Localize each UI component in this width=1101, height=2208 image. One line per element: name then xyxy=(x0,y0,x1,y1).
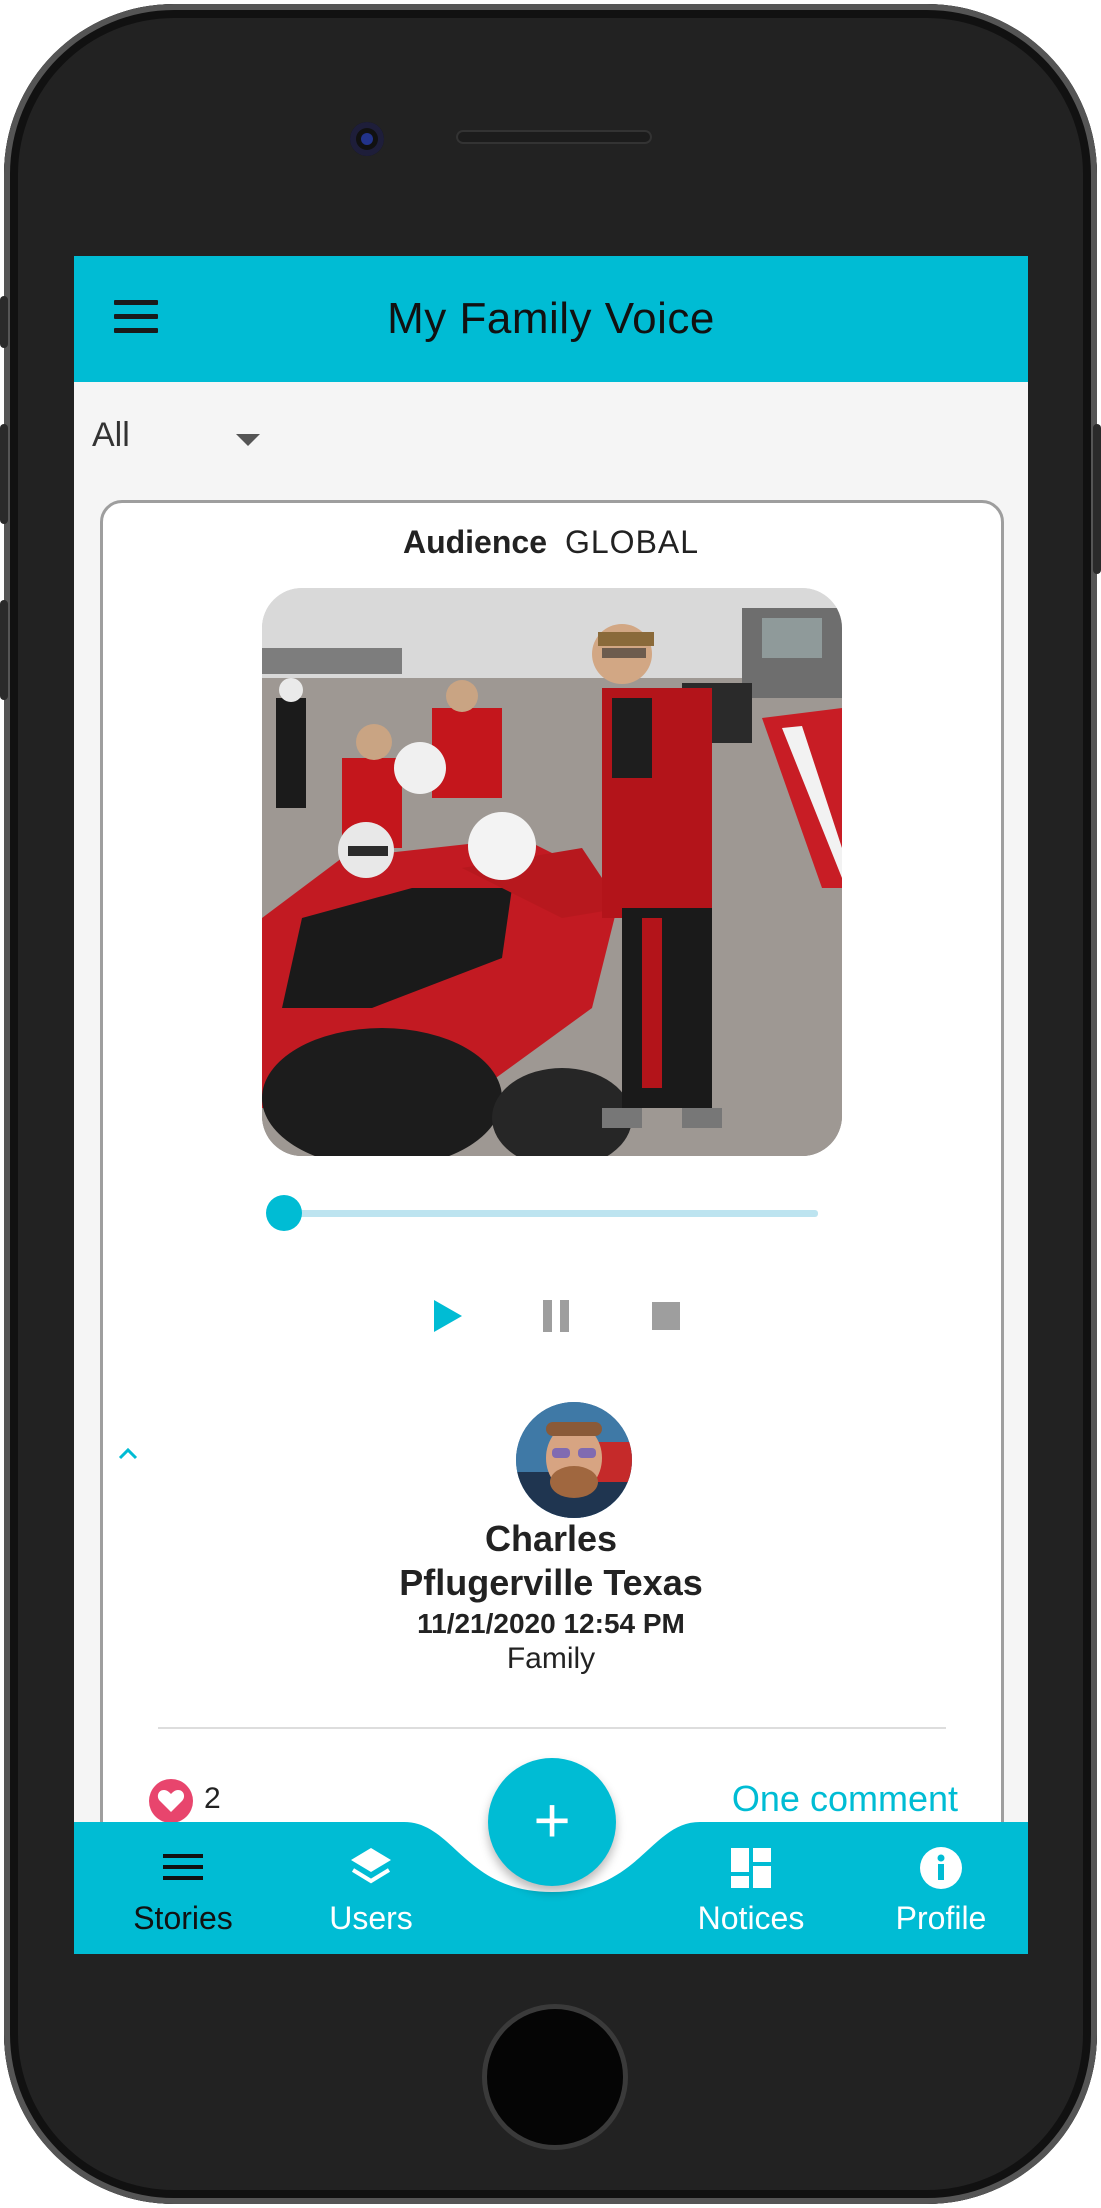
earpiece-speaker xyxy=(456,130,652,144)
audience-label: Audience xyxy=(402,524,547,560)
nav-notices[interactable]: Notices xyxy=(666,1822,836,1954)
info-icon xyxy=(919,1846,963,1890)
author-location: Pflugerville Texas xyxy=(399,1562,703,1603)
home-button[interactable] xyxy=(482,2004,628,2150)
layers-icon xyxy=(349,1846,393,1890)
pause-icon[interactable] xyxy=(536,1296,576,1336)
volume-down-button xyxy=(0,600,8,700)
mute-switch xyxy=(0,296,8,348)
playback-slider-thumb[interactable] xyxy=(266,1195,302,1231)
nav-profile[interactable]: Profile xyxy=(856,1822,1026,1954)
story-photo xyxy=(262,588,842,1156)
add-story-button[interactable]: + xyxy=(488,1758,616,1886)
app-title: My Family Voice xyxy=(387,294,715,343)
nav-stories-label: Stories xyxy=(133,1900,233,1936)
front-camera xyxy=(350,122,384,156)
app-bar: My Family Voice xyxy=(74,256,1028,382)
play-icon[interactable] xyxy=(426,1296,466,1336)
chevron-up-icon[interactable] xyxy=(116,1442,140,1466)
audience-row: Audience GLOBAL xyxy=(74,524,1028,561)
heart-icon[interactable] xyxy=(148,1778,194,1824)
volume-up-button xyxy=(0,424,8,524)
list-icon xyxy=(161,1846,205,1890)
card-divider xyxy=(158,1727,946,1729)
nav-users-label: Users xyxy=(329,1900,413,1936)
author-name: Charles xyxy=(484,1518,618,1559)
nav-users[interactable]: Users xyxy=(286,1822,456,1954)
nav-notices-label: Notices xyxy=(697,1900,805,1936)
nav-stories[interactable]: Stories xyxy=(98,1822,268,1954)
power-button xyxy=(1093,424,1101,574)
nav-profile-label: Profile xyxy=(895,1900,987,1936)
app-screen: My Family Voice All Audience GLOBAL Char… xyxy=(74,256,1028,1954)
story-datetime: 11/21/2020 12:54 PM xyxy=(417,1608,685,1639)
playback-slider-track[interactable] xyxy=(284,1210,818,1217)
comments-link[interactable]: One comment xyxy=(732,1778,958,1820)
filter-dropdown-value[interactable]: All xyxy=(92,416,130,455)
story-group: Family xyxy=(506,1642,596,1675)
dashboard-icon xyxy=(729,1846,773,1890)
stop-icon[interactable] xyxy=(646,1296,686,1336)
likes-count: 2 xyxy=(204,1782,221,1815)
author-avatar[interactable] xyxy=(516,1402,632,1518)
dropdown-caret-icon[interactable] xyxy=(236,434,260,446)
audience-value: GLOBAL xyxy=(564,524,700,560)
